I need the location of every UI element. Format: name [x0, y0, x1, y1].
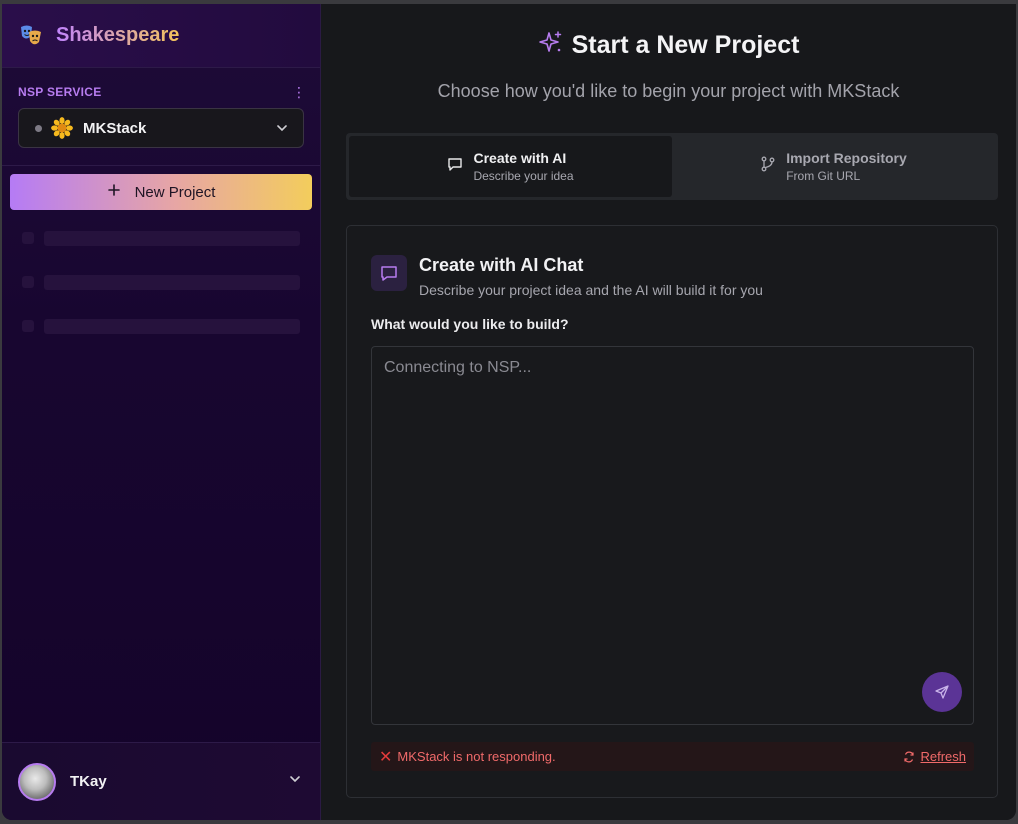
kebab-menu-icon[interactable]: ⋮ [292, 85, 306, 99]
send-button[interactable] [922, 672, 962, 712]
chevron-down-icon [275, 121, 289, 135]
nsp-service-header: NSP SERVICE ⋮ [18, 84, 306, 100]
skeleton-bar [44, 274, 300, 290]
tab-subtitle: Describe your idea [473, 169, 574, 183]
tab-label: Create with AI [473, 150, 567, 166]
tab-text: Create with AI Describe your idea [473, 150, 573, 183]
prompt-label: What would you like to build? [371, 316, 569, 332]
sunflower-icon [51, 117, 73, 139]
refresh-link[interactable]: Refresh [903, 749, 966, 764]
refresh-label: Refresh [920, 749, 966, 764]
user-name: TKay [70, 773, 107, 790]
tab-label: Import Repository [786, 150, 907, 166]
service-name: MKStack [83, 119, 147, 137]
service-select[interactable]: MKStack [18, 108, 304, 148]
skeleton-row [22, 230, 300, 246]
tab-text: Import Repository From Git URL [786, 150, 907, 183]
skeleton-bar [44, 230, 300, 246]
card-description: Describe your project idea and the AI wi… [419, 282, 763, 298]
nsp-service-section: NSP SERVICE ⋮ MKStack [2, 68, 320, 166]
page-subtitle: Choose how you'd like to begin your proj… [437, 81, 900, 101]
prompt-container [371, 346, 974, 725]
tab-create-with-ai[interactable]: Create with AI Describe your idea [349, 136, 672, 197]
app-name: Shakespeare [56, 24, 180, 46]
new-project-label: New Project [134, 183, 216, 201]
refresh-icon [904, 751, 915, 762]
card-title: Create with AI Chat [419, 255, 584, 275]
page-title: Start a New Project [571, 31, 800, 59]
theater-masks-icon [18, 23, 44, 49]
project-list-loading [2, 210, 320, 362]
new-project-button[interactable]: New Project [10, 174, 312, 210]
card-heading: Create with AI Chat Describe your projec… [419, 255, 763, 298]
error-message: MKStack is not responding. [397, 749, 556, 764]
sidebar: Shakespeare NSP SERVICE ⋮ MKStack New Pr… [2, 4, 321, 820]
title-row: Start a New Project [321, 30, 1016, 61]
avatar [18, 762, 56, 801]
tab-subtitle: From Git URL [786, 169, 861, 183]
card-header: Create with AI Chat Describe your projec… [371, 255, 763, 298]
project-source-tabs: Create with AI Describe your idea Import… [346, 133, 998, 200]
chevron-down-icon [288, 772, 302, 791]
git-branch-icon [760, 156, 776, 177]
skeleton-icon [22, 320, 34, 332]
sparkles-icon [538, 30, 564, 61]
page-header: Start a New Project Choose how you'd lik… [321, 4, 1016, 102]
tab-import-repository[interactable]: Import Repository From Git URL [672, 136, 995, 197]
chat-icon [371, 255, 407, 291]
error-x-icon: ✕ [379, 748, 393, 766]
ai-chat-card: Create with AI Chat Describe your projec… [346, 225, 998, 798]
skeleton-bar [44, 318, 300, 334]
brand-header[interactable]: Shakespeare [2, 4, 320, 68]
nsp-service-label: NSP SERVICE [18, 85, 102, 99]
send-icon [935, 685, 949, 699]
skeleton-row [22, 318, 300, 334]
skeleton-icon [22, 276, 34, 288]
user-menu[interactable]: TKay [2, 742, 320, 820]
skeleton-row [22, 274, 300, 290]
main-content: Start a New Project Choose how you'd lik… [321, 4, 1016, 820]
error-alert: ✕ MKStack is not responding. Refresh [371, 742, 974, 771]
chat-icon [447, 156, 463, 177]
app-window: Shakespeare NSP SERVICE ⋮ MKStack New Pr… [2, 4, 1016, 820]
skeleton-icon [22, 232, 34, 244]
prompt-input[interactable] [372, 347, 973, 724]
plus-icon [107, 183, 121, 201]
service-status-dot [35, 124, 42, 132]
